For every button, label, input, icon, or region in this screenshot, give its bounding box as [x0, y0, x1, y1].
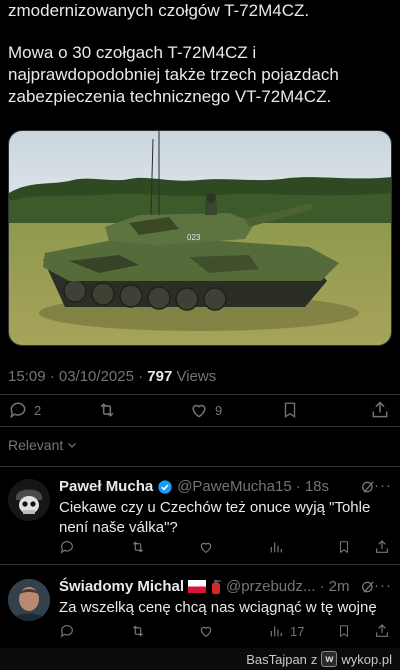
skull-avatar-icon	[8, 479, 50, 521]
avatar[interactable]	[8, 579, 50, 621]
reply-button[interactable]	[59, 623, 75, 639]
retweet-button[interactable]	[129, 539, 147, 555]
poland-flag-icon	[188, 580, 207, 593]
retweet-icon	[100, 403, 114, 417]
views-button[interactable]	[268, 539, 284, 555]
share-button[interactable]	[374, 623, 390, 639]
reply-time[interactable]: · 2m	[319, 578, 349, 595]
tweet-text-paragraph: Mowa o 30 czołgach T-72M4CZ i najprawdop…	[8, 43, 339, 106]
tweet-actions: 2 9	[0, 396, 400, 426]
reply-author-name[interactable]: Świadomy Michal	[59, 578, 184, 595]
like-button[interactable]	[198, 539, 214, 555]
wykop-logo-icon: w	[321, 651, 338, 667]
reply-header: Świadomy Michal @przebudz... · 2m	[59, 578, 349, 595]
reply-button[interactable]	[59, 539, 75, 555]
like-button[interactable]: 9	[189, 400, 222, 420]
heart-icon	[200, 542, 212, 554]
reply-icon	[60, 625, 73, 638]
retweet-button[interactable]	[129, 623, 147, 639]
reply-icon	[60, 541, 73, 554]
heart-icon	[200, 626, 212, 638]
reply-text: Ciekawe czy u Czechów też onuce wyją "To…	[59, 499, 371, 536]
like-count: 9	[215, 402, 223, 418]
views-button[interactable]: 17	[268, 623, 304, 639]
source-credit: BasTajpan z w wykop.pl	[246, 651, 392, 667]
divider	[0, 394, 400, 395]
reply-count: 2	[34, 402, 42, 418]
more-options-button[interactable]: ···	[374, 577, 392, 594]
share-icon	[376, 540, 388, 553]
tweet-meta: 15:09 · 03/10/2025 · 797 Views	[8, 368, 216, 385]
more-options-button[interactable]: ···	[374, 477, 392, 494]
like-button[interactable]	[198, 623, 214, 639]
retweet-icon	[132, 625, 144, 637]
bookmark-icon	[339, 625, 349, 638]
bookmark-button[interactable]	[281, 400, 299, 420]
share-button[interactable]	[374, 539, 390, 555]
divider	[0, 426, 400, 427]
footer-username: BasTajpan	[246, 651, 307, 667]
views-count: 17	[290, 623, 305, 639]
bookmark-button[interactable]	[337, 623, 351, 639]
tweet-time[interactable]: 15:09 · 03/10/2025 ·	[8, 368, 147, 385]
share-icon	[372, 401, 388, 418]
footer-via: z	[310, 651, 318, 667]
bookmark-button[interactable]	[337, 539, 351, 555]
bookmark-icon	[339, 541, 349, 554]
retweet-button[interactable]	[96, 400, 118, 420]
replies-sort-dropdown[interactable]: Relevant	[8, 437, 78, 453]
tweet-image[interactable]: 023	[8, 130, 392, 346]
sort-label: Relevant	[8, 437, 64, 453]
reply-header: Paweł Mucha @PaweMucha15 · 18s	[59, 478, 329, 495]
share-icon	[376, 624, 388, 637]
reply-author-name[interactable]: Paweł Mucha	[59, 478, 153, 495]
tank-number: 023	[187, 233, 201, 242]
footer-brand: wykop.pl	[341, 651, 392, 667]
source-footer: BasTajpan z w wykop.pl	[0, 648, 400, 670]
heart-icon	[192, 404, 206, 418]
views-count: 797	[147, 368, 173, 385]
reply-text: Za wszelką cenę chcą nas wciągnąć w tę w…	[59, 599, 377, 616]
analytics-icon	[270, 626, 282, 637]
tweet-text: zmodernizowanych czołgów T-72M4CZ. Mowa …	[8, 0, 392, 108]
chevron-down-icon	[68, 443, 77, 448]
tank-illustration: 023	[9, 131, 391, 345]
reply-item[interactable]: Świadomy Michal @przebudz... · 2m ··· Za…	[0, 565, 400, 647]
fire-extinguisher-icon	[212, 579, 222, 594]
reply-button[interactable]: 2	[8, 400, 41, 420]
reply-item[interactable]: Paweł Mucha @PaweMucha15 · 18s ··· Cieka…	[0, 467, 400, 564]
analytics-icon	[270, 542, 282, 553]
retweet-icon	[132, 541, 144, 553]
reply-author-handle[interactable]: @przebudz...	[226, 578, 315, 595]
reply-author-handle[interactable]: @PaweMucha15	[177, 478, 291, 495]
tweet-text-line1: zmodernizowanych czołgów T-72M4CZ.	[8, 1, 310, 20]
bookmark-icon	[284, 402, 296, 419]
reply-icon	[10, 402, 26, 419]
verified-badge-icon	[158, 479, 172, 494]
views-label: Views	[172, 368, 217, 385]
share-button[interactable]	[370, 400, 390, 420]
reply-time[interactable]: · 18s	[296, 478, 329, 495]
user-photo-avatar-icon	[8, 579, 50, 621]
avatar[interactable]	[8, 479, 50, 521]
